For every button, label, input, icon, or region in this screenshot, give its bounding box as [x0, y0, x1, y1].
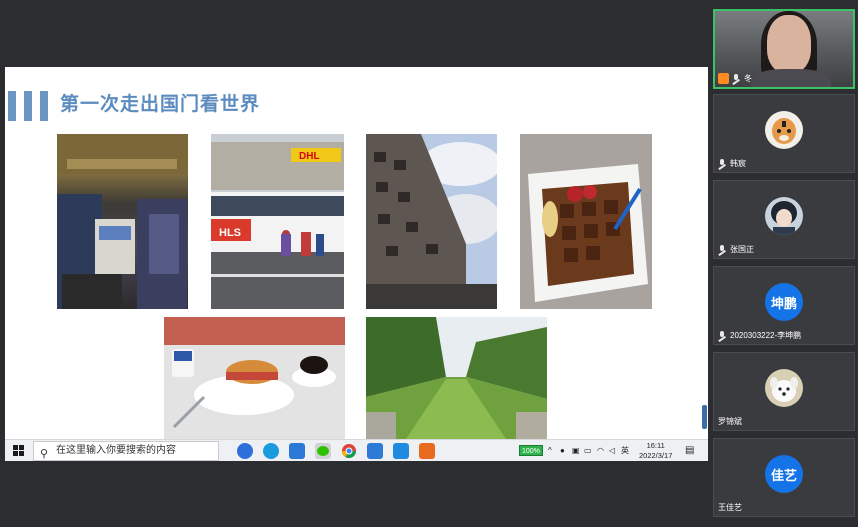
mic-muted-icon — [718, 331, 727, 340]
breakfast-photo — [164, 317, 345, 439]
app-word-icon[interactable] — [367, 443, 383, 459]
participant-name: 王佳艺 — [718, 503, 742, 512]
clock-date: 2022/3/17 — [639, 451, 673, 460]
participant-tile[interactable]: 罗锦斌 — [713, 352, 855, 431]
app-browser-e-icon[interactable] — [263, 443, 279, 459]
airplane-cabin-photo — [57, 134, 188, 309]
mic-muted-icon — [718, 245, 727, 254]
mic-muted-icon — [718, 159, 727, 168]
dog-avatar — [765, 369, 803, 407]
participant-name: 张国正 — [730, 245, 754, 254]
windows-start-icon[interactable] — [13, 445, 25, 457]
app-wechat-icon[interactable] — [315, 443, 331, 459]
anime-avatar — [765, 197, 803, 235]
participant-sidebar: 冬 韩宸 张国正 坤鹏 2020303222-李坤鹏 罗锦斌 佳艺 王佳艺 — [710, 0, 858, 527]
taskbar-search-box[interactable]: ⚲ 在这里输入你要搜索的内容 — [33, 441, 219, 461]
building-photo — [366, 134, 497, 309]
presentation-slide: 第一次走出国门看世界 DHL HLS — [5, 67, 708, 439]
text-avatar: 佳艺 — [765, 455, 803, 493]
text-avatar: 坤鹏 — [765, 283, 803, 321]
bus-text: HLS — [219, 227, 241, 239]
chevron-up-icon[interactable]: ^ — [548, 440, 552, 462]
slide-scrollbar[interactable] — [702, 405, 707, 429]
participant-tile[interactable]: 张国正 — [713, 180, 855, 259]
self-video-tile[interactable]: 冬 — [713, 9, 855, 89]
battery-indicator[interactable]: 100% — [519, 445, 543, 456]
app-meeting-icon[interactable] — [393, 443, 409, 459]
self-label: 冬 — [744, 74, 752, 83]
shared-screen: 第一次走出国门看世界 DHL HLS ⚲ 在这里输入你要搜索的内容 100% ^… — [0, 0, 708, 527]
volume-icon[interactable]: ◁ — [609, 440, 615, 462]
notification-icon[interactable]: ▤ — [685, 440, 694, 462]
participant-name: 2020303222-李坤鹏 — [730, 331, 802, 340]
windows-taskbar: ⚲ 在这里输入你要搜索的内容 100% ^ ● ▣ ▭ ◠ ◁ 英 16:11 … — [5, 439, 708, 461]
wifi-icon[interactable]: ◠ — [597, 440, 604, 462]
park-avenue-photo — [366, 317, 547, 439]
person-icon — [718, 73, 729, 84]
microphone-tray-icon[interactable]: ● — [560, 440, 565, 462]
waffle-photo — [520, 134, 652, 309]
app-media-player-icon[interactable] — [419, 443, 435, 459]
app-chrome-icon[interactable] — [341, 443, 357, 459]
app-tray-icon[interactable]: ▣ — [572, 440, 580, 462]
search-icon: ⚲ — [40, 448, 49, 460]
app-mail-icon[interactable] — [289, 443, 305, 459]
display-tray-icon[interactable]: ▭ — [584, 440, 592, 462]
meeting-window: 第一次走出国门看世界 DHL HLS ⚲ 在这里输入你要搜索的内容 100% ^… — [0, 0, 858, 527]
participant-tile[interactable]: 佳艺 王佳艺 — [713, 438, 855, 517]
title-accent-bars — [8, 91, 48, 121]
search-placeholder: 在这里输入你要搜索的内容 — [56, 445, 176, 456]
microphone-icon — [732, 74, 741, 83]
slide-title: 第一次走出国门看世界 — [60, 94, 261, 115]
dhl-logo: DHL — [299, 151, 320, 162]
system-clock[interactable]: 16:11 2022/3/17 — [639, 441, 672, 461]
dhl-bus-photo: DHL HLS — [211, 134, 344, 309]
clock-time: 16:11 — [646, 441, 665, 450]
participant-face — [767, 15, 811, 73]
participant-tile[interactable]: 韩宸 — [713, 94, 855, 173]
ime-indicator[interactable]: 英 — [621, 440, 629, 462]
participant-name: 罗锦斌 — [718, 417, 742, 426]
participant-tile[interactable]: 坤鹏 2020303222-李坤鹏 — [713, 266, 855, 345]
app-lenovo-icon[interactable] — [237, 443, 253, 459]
participant-name: 韩宸 — [730, 159, 746, 168]
tiger-avatar — [765, 111, 803, 149]
